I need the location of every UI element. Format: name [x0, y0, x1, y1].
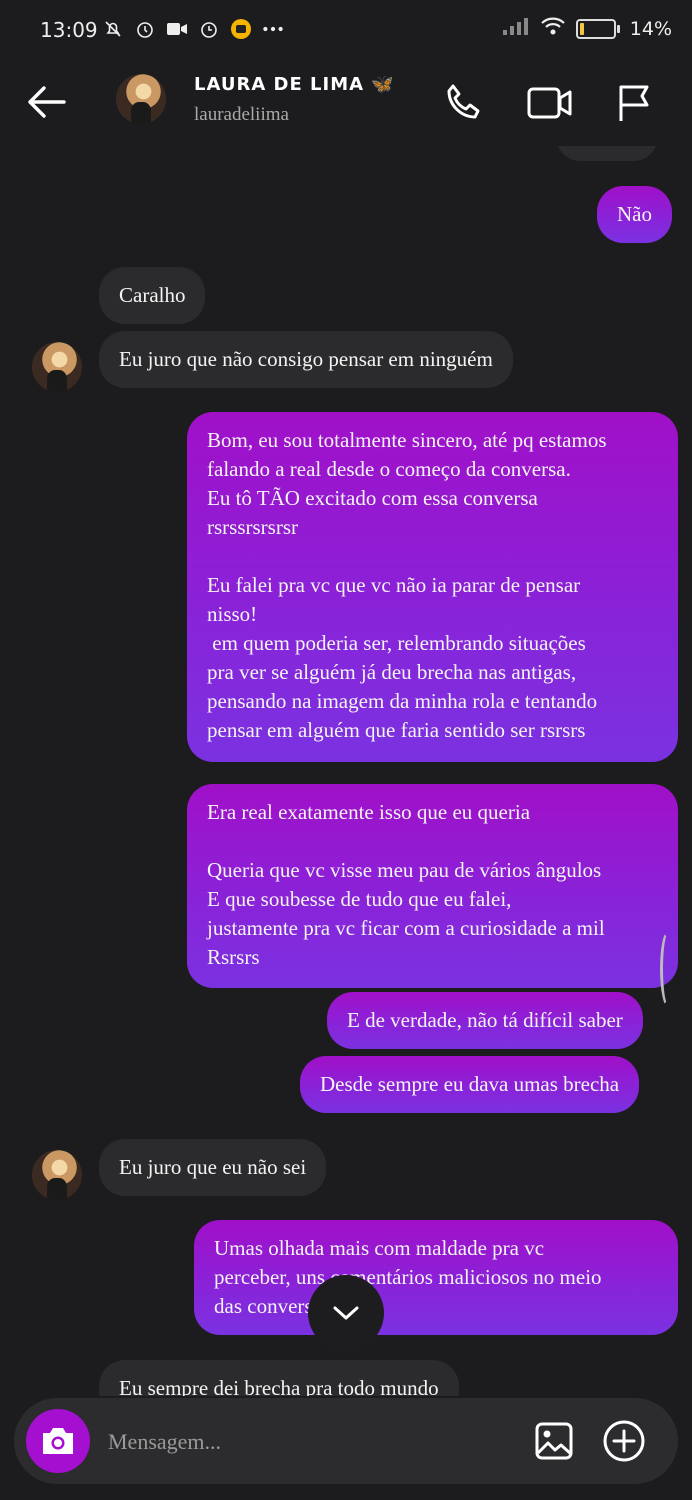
- app-notification-icon: [230, 18, 252, 40]
- message-bubble-received[interactable]: Eu juro que não consigo pensar em ningué…: [99, 331, 513, 388]
- alarm-icon: [134, 18, 156, 40]
- plus-circle-icon: [603, 1420, 645, 1462]
- chat-header: LAURA DE LIMA 🦋 lauradeliima: [0, 60, 692, 146]
- flag-icon: [619, 85, 649, 121]
- video-record-icon: [166, 18, 188, 40]
- contact-name-text: LAURA DE LIMA: [194, 74, 365, 95]
- contact-username: lauradeliima: [194, 104, 289, 125]
- contact-avatar[interactable]: [116, 74, 166, 124]
- scroll-to-bottom-button[interactable]: [308, 1275, 384, 1351]
- message-bubble-received[interactable]: Caralho: [99, 267, 206, 324]
- status-time: 13:09: [40, 18, 98, 42]
- video-call-button[interactable]: [525, 78, 575, 128]
- back-button[interactable]: [24, 80, 72, 124]
- status-bar: 13:09 14%: [0, 0, 692, 60]
- status-icons-left: [102, 18, 284, 40]
- message-bubble-received[interactable]: Eu juro que eu não sei: [99, 1139, 327, 1196]
- message-bubble-sent[interactable]: E de verdade, não tá difícil saber: [327, 992, 643, 1049]
- sender-avatar[interactable]: [32, 342, 82, 392]
- battery-percent: 14%: [629, 17, 672, 40]
- message-composer: [14, 1398, 678, 1484]
- contact-name[interactable]: LAURA DE LIMA 🦋: [194, 74, 395, 95]
- voice-call-button[interactable]: [438, 78, 488, 128]
- scroll-indicator[interactable]: [660, 930, 677, 1008]
- phone-icon: [447, 84, 480, 119]
- signal-icon: [502, 16, 530, 41]
- camera-icon: [43, 1428, 73, 1454]
- message-bubble-sent[interactable]: Era real exatamente isso que eu queria Q…: [187, 784, 678, 988]
- message-bubble-sent[interactable]: Não: [597, 186, 672, 243]
- message-bubble-received[interactable]: Eu sempre dei brecha pra todo mundo: [99, 1360, 459, 1396]
- report-button[interactable]: [610, 78, 660, 128]
- battery-fill: [579, 22, 584, 35]
- arrow-left-icon: [28, 86, 66, 118]
- more-dots-icon: [262, 18, 284, 40]
- wifi-icon: [540, 16, 566, 41]
- chevron-down-icon: [333, 1306, 359, 1320]
- battery-icon: [575, 18, 620, 39]
- video-camera-icon: [527, 87, 572, 119]
- bell-off-icon: [102, 18, 124, 40]
- message-bubble-sent[interactable]: Desde sempre eu dava umas brecha: [300, 1056, 640, 1113]
- status-icons-right: 14%: [502, 16, 672, 41]
- sender-avatar[interactable]: [32, 1150, 82, 1200]
- add-button[interactable]: [602, 1419, 646, 1463]
- message-bubble-sent[interactable]: Hahah!: [556, 146, 658, 161]
- butterfly-emoji: 🦋: [371, 74, 395, 95]
- message-bubble-sent[interactable]: Bom, eu sou totalmente sincero, até pq e…: [187, 412, 678, 762]
- message-list[interactable]: Hahah! Não Caralho Eu juro que não consi…: [0, 146, 692, 1396]
- message-bubble-sent[interactable]: Umas olhada mais com maldade pra vc perc…: [194, 1220, 678, 1335]
- camera-button[interactable]: [26, 1409, 90, 1473]
- message-input[interactable]: [106, 1424, 510, 1460]
- alarm-clock-icon: [198, 18, 220, 40]
- gallery-button[interactable]: [532, 1419, 576, 1463]
- image-icon: [535, 1422, 573, 1460]
